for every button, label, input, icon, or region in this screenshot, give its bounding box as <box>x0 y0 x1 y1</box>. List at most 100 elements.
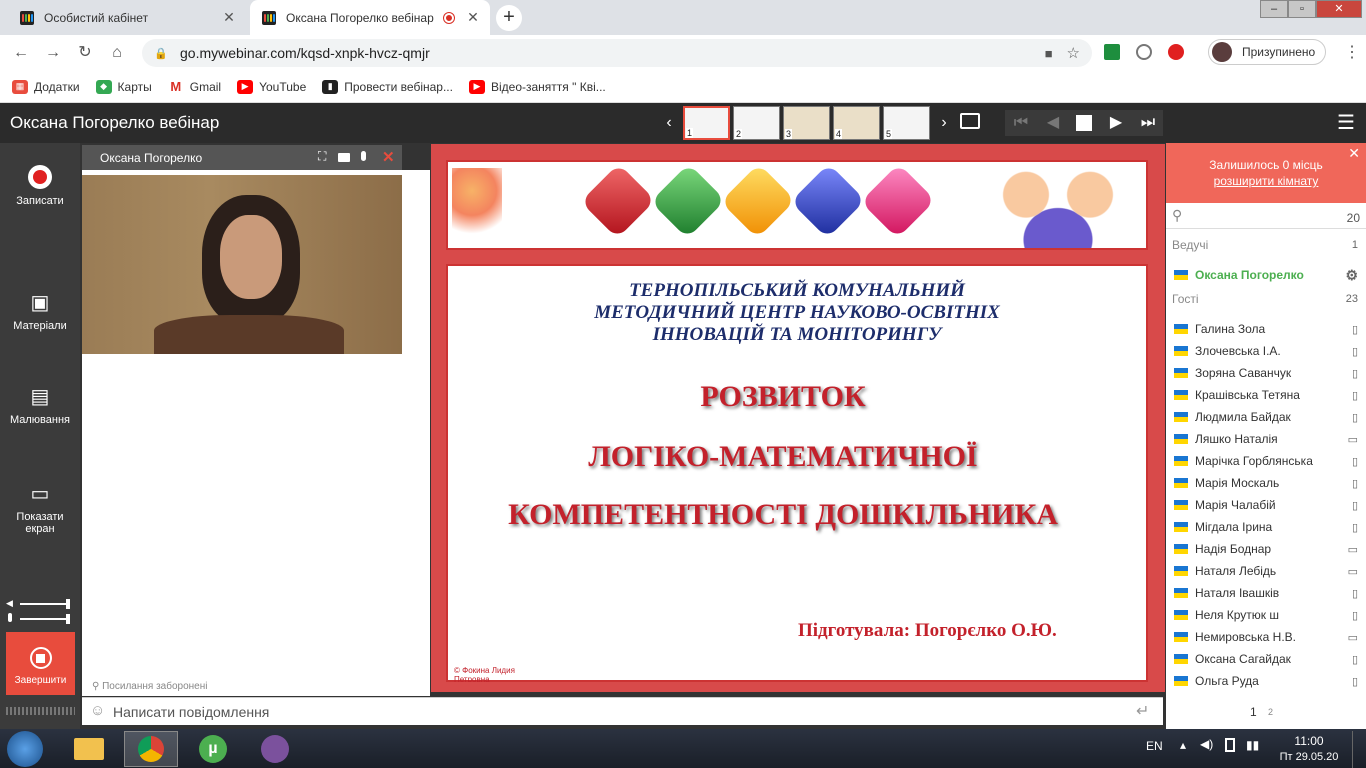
participant-row[interactable]: Крашівська Тетяна ▯ <box>1166 384 1366 406</box>
close-icon[interactable]: ✕ <box>220 9 238 26</box>
participant-row[interactable]: Оксана Сагайдак ▯ <box>1166 648 1366 670</box>
chevron-left-icon[interactable]: ‹ <box>660 111 678 135</box>
taskbar-viber[interactable] <box>248 731 302 767</box>
address-bar[interactable]: 🔒 go.mywebinar.com/kqsd-xnpk-hvcz-qmjr ■… <box>142 39 1092 67</box>
new-tab-button[interactable]: + <box>496 5 522 31</box>
fullscreen-icon[interactable]: ⛶ <box>318 149 326 164</box>
stop-icon[interactable] <box>1076 115 1092 131</box>
participant-row[interactable]: Злочевська І.А. ▯ <box>1166 340 1366 362</box>
camera-icon[interactable] <box>338 153 350 162</box>
hamburger-menu-icon[interactable]: ☰ <box>1335 111 1357 135</box>
slide-thumbnail[interactable]: 4 <box>833 106 880 140</box>
slide-thumbnail[interactable]: 2 <box>733 106 780 140</box>
slide-thumbnail[interactable]: 3 <box>783 106 830 140</box>
opera-icon[interactable] <box>1168 44 1184 60</box>
camera-icon[interactable]: ■ <box>1045 46 1053 61</box>
ukraine-flag-icon <box>1174 434 1188 444</box>
window-close-button[interactable]: ✕ <box>1316 0 1362 18</box>
slider-handle[interactable] <box>66 614 70 624</box>
play-icon[interactable]: ▶ <box>1105 111 1127 135</box>
record-button[interactable]: Записати <box>0 163 80 207</box>
mic-volume-slider[interactable] <box>20 618 70 620</box>
bookmark-webinar[interactable]: ▮ Провести вебінар... <box>322 79 453 94</box>
slide-thumbnail[interactable]: 1 <box>683 106 730 140</box>
tray-arrow-icon[interactable]: ▴ <box>1180 738 1186 752</box>
participant-search[interactable]: ⚲ 20 <box>1166 205 1366 229</box>
slider-handle[interactable] <box>66 599 70 609</box>
prev-icon[interactable]: ◀ <box>1042 111 1064 135</box>
participant-row[interactable]: Неля Крутюк ш ▯ <box>1166 604 1366 626</box>
drawing-button[interactable]: ▤ Малювання <box>0 382 80 427</box>
globe-icon[interactable] <box>1136 44 1152 60</box>
bookmark-youtube[interactable]: ▶ YouTube <box>237 79 306 94</box>
tab-webinar[interactable]: Оксана Погорелко вебінар ✕ <box>250 0 490 35</box>
profile-button[interactable]: Призупинено <box>1208 39 1326 65</box>
participant-row[interactable]: Галина Зола ▯ <box>1166 318 1366 340</box>
chevron-right-icon[interactable]: › <box>935 111 953 135</box>
clock-date[interactable]: Пт 29.05.20 <box>1278 751 1340 763</box>
participant-row[interactable]: Марія Москаль ▯ <box>1166 472 1366 494</box>
extension-icon[interactable] <box>1104 44 1120 60</box>
skip-end-icon[interactable]: ⏭ <box>1137 111 1159 135</box>
bookmark-video-lesson[interactable]: ▶ Відео-заняття " Кві... <box>468 79 606 94</box>
reload-icon[interactable]: ↻ <box>74 43 96 63</box>
bookmark-maps[interactable]: ◆ Карты <box>95 79 152 94</box>
forward-arrow-icon[interactable]: → <box>42 43 64 63</box>
share-screen-button[interactable]: ▭ Показати екран <box>0 479 80 536</box>
expand-room-link[interactable]: розширити кімнату <box>1166 174 1366 188</box>
show-desktop-button[interactable] <box>1352 731 1366 768</box>
skip-start-icon[interactable]: ⏮ <box>1010 111 1032 135</box>
participant-row[interactable]: Наталя Лебідь ▭ <box>1166 560 1366 582</box>
clock-time[interactable]: 11:00 <box>1280 734 1338 748</box>
bookmark-gmail[interactable]: M Gmail <box>167 79 221 94</box>
page-1-link[interactable]: 1 <box>1250 705 1257 719</box>
participant-row[interactable]: Марія Чалабій ▯ <box>1166 494 1366 516</box>
start-button[interactable] <box>7 731 43 767</box>
host-row[interactable]: Оксана Погорелко ⚙ <box>1166 264 1366 286</box>
participant-row[interactable]: Ляшко Наталія ▭ <box>1166 428 1366 450</box>
taskbar-chrome[interactable] <box>124 731 178 767</box>
stop-circle-icon <box>29 647 52 669</box>
slide-thumbnail[interactable]: 5 <box>883 106 930 140</box>
participant-row[interactable]: Мігдала Ірина ▯ <box>1166 516 1366 538</box>
home-icon[interactable]: ⌂ <box>106 43 128 63</box>
close-icon[interactable]: ✕ <box>1348 145 1360 162</box>
language-indicator[interactable]: EN <box>1146 739 1163 753</box>
speaker-volume-slider[interactable] <box>20 603 70 605</box>
tab-personal-cabinet[interactable]: Особистий кабінет ✕ <box>8 0 246 35</box>
volume-icon[interactable]: ◀) <box>1200 737 1213 751</box>
materials-button[interactable]: ▣ Матеріали <box>0 288 80 333</box>
gear-icon[interactable]: ⚙ <box>1345 267 1358 284</box>
battery-icon[interactable] <box>1225 738 1235 752</box>
hosts-header: Ведучі 1 <box>1172 238 1358 252</box>
page-2-link[interactable]: 2 <box>1268 707 1273 717</box>
participant-row[interactable]: Наталя Івашків ▯ <box>1166 582 1366 604</box>
finish-button[interactable]: Завершити <box>6 632 75 695</box>
star-icon[interactable]: ☆ <box>1067 44 1080 62</box>
emoji-icon[interactable]: ☺ <box>90 702 105 719</box>
participant-row[interactable]: Марічка Горблянська ▯ <box>1166 450 1366 472</box>
chrome-icon <box>138 736 164 762</box>
participant-row[interactable]: Ольга Руда ▯ <box>1166 670 1366 692</box>
maximize-button[interactable]: ▫ <box>1288 0 1316 18</box>
image-icon[interactable] <box>960 113 980 129</box>
chat-input[interactable]: Написати повідомлення <box>113 704 269 720</box>
close-icon[interactable]: ✕ <box>464 9 482 26</box>
microphone-icon[interactable] <box>361 151 366 161</box>
participant-row[interactable]: Людмила Байдак ▯ <box>1166 406 1366 428</box>
close-icon[interactable]: ✕ <box>382 148 395 166</box>
minimize-button[interactable]: – <box>1260 0 1288 18</box>
back-arrow-icon[interactable]: ← <box>10 43 32 63</box>
taskbar-utorrent[interactable]: µ <box>186 731 240 767</box>
network-icon[interactable]: ▮▮ <box>1246 738 1259 752</box>
menu-dots-icon[interactable]: ⋮ <box>1344 42 1360 62</box>
lock-icon: 🔒 <box>154 47 168 60</box>
enter-icon[interactable]: ↵ <box>1136 701 1149 721</box>
participant-row[interactable]: Зоряна Саванчук ▯ <box>1166 362 1366 384</box>
bookmark-apps[interactable]: ▦ Додатки <box>12 79 80 94</box>
mobile-icon: ▯ <box>1351 477 1358 490</box>
participant-row[interactable]: Немировська Н.В. ▭ <box>1166 626 1366 648</box>
resize-grip[interactable] <box>6 707 75 715</box>
taskbar-explorer[interactable] <box>62 731 116 767</box>
participant-row[interactable]: Надія Боднар ▭ <box>1166 538 1366 560</box>
